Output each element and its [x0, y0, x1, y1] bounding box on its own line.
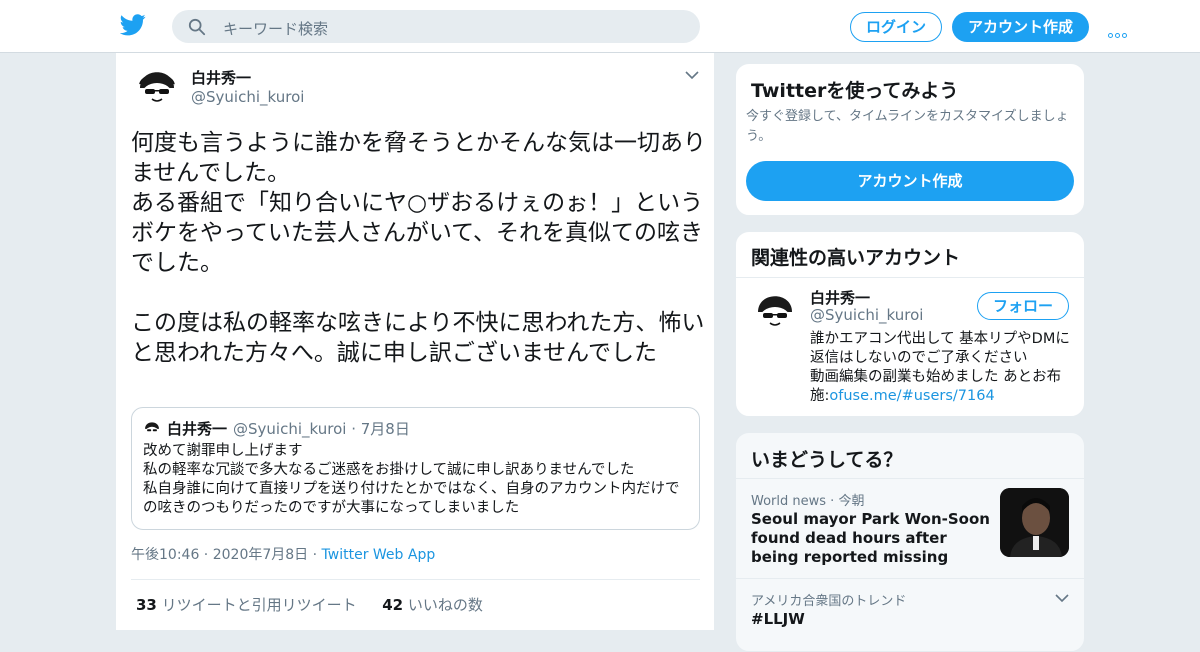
top-bar: キーワード検索 ログイン アカウント作成	[0, 0, 1200, 53]
retweet-label: リツイートと引用リツイート	[161, 596, 357, 614]
follow-button[interactable]: フォロー	[977, 292, 1069, 320]
news-thumbnail	[1000, 488, 1069, 557]
more-options-icon[interactable]	[1108, 23, 1130, 38]
related-accounts-panel: 関連性の高いアカウント 白井秀一 @Syuichi_kuroi フォロー 誰かエ…	[735, 231, 1085, 417]
author-handle[interactable]: @Syuichi_kuroi	[191, 88, 304, 106]
search-input[interactable]: キーワード検索	[223, 18, 328, 39]
news-title: Seoul mayor Park Won-Soon found dead hou…	[751, 510, 990, 566]
like-count: 42	[382, 596, 404, 614]
chevron-down-icon[interactable]	[685, 70, 699, 80]
retweet-stat[interactable]: 33 リツイートと引用リツイート	[136, 596, 357, 614]
like-stat[interactable]: 42 いいねの数	[382, 596, 483, 614]
signup-panel: Twitterを使ってみよう 今すぐ登録して、タイムラインをカスタマイズしましょ…	[735, 63, 1085, 216]
tweet-stats: 33 リツイートと引用リツイート 42 いいねの数	[136, 594, 483, 615]
twitter-logo-icon[interactable]	[120, 14, 146, 36]
tweet-date: 2020年7月8日	[212, 547, 309, 563]
tweet-meta: 午後10:46 · 2020年7月8日 · Twitter Web App	[131, 547, 436, 563]
bio-link[interactable]: ofuse.me/#users/7164	[829, 388, 994, 404]
news-category: World news	[751, 494, 827, 509]
tweet-time: 午後10:46	[131, 547, 200, 563]
search-bar[interactable]: キーワード検索	[172, 10, 700, 43]
trends-panel: いまどうしてる？ World news · 今朝 Seoul mayor Par…	[735, 432, 1085, 652]
divider	[131, 579, 700, 580]
news-meta: World news · 今朝	[751, 494, 865, 509]
chevron-down-icon[interactable]	[1055, 593, 1069, 603]
related-account-handle[interactable]: @Syuichi_kuroi	[810, 306, 923, 324]
avatar[interactable]	[135, 64, 179, 108]
quoted-text: 改めて謝罪申し上げます 私の軽率な冗談で多大なるご迷惑をお掛けして誠に申し訳あり…	[143, 443, 680, 516]
quoted-tweet[interactable]: 白井秀一 @Syuichi_kuroi · 7月8日 改めて謝罪申し上げます 私…	[131, 407, 700, 530]
signup-button[interactable]: アカウント作成	[952, 12, 1089, 42]
quoted-author-meta: @Syuichi_kuroi · 7月8日	[233, 420, 410, 438]
related-account-bio: 誰かエアコン代出して 基本リプやDMに返信はしないのでご了承ください 動画編集の…	[810, 330, 1070, 406]
trend-location: アメリカ合衆国のトレンド	[751, 594, 907, 609]
tweet-text: 何度も言うように誰かを脅そうとかそんな気は一切ありませんでした。 ある番組で「知…	[131, 130, 706, 366]
signup-panel-subtitle: 今すぐ登録して、タイムラインをカスタマイズしましょう。	[746, 109, 1069, 144]
tweet-card: 白井秀一 @Syuichi_kuroi 何度も言うように誰かを脅そうとかそんな気…	[115, 53, 715, 630]
related-avatar[interactable]	[753, 288, 797, 332]
trend-tag: #LLJW	[751, 610, 805, 628]
quoted-author-handle: @Syuichi_kuroi	[233, 420, 347, 438]
news-time: 今朝	[838, 494, 865, 509]
related-account-name[interactable]: 白井秀一	[810, 287, 870, 308]
like-label: いいねの数	[407, 596, 483, 614]
tweet-client-link[interactable]: Twitter Web App	[322, 547, 436, 563]
author-name[interactable]: 白井秀一	[191, 67, 251, 88]
search-icon	[188, 18, 206, 36]
trends-panel-title: いまどうしてる？	[751, 449, 903, 471]
avatar-image	[135, 64, 179, 108]
login-button[interactable]: ログイン	[850, 12, 942, 42]
retweet-count: 33	[136, 596, 157, 614]
divider	[736, 277, 1084, 278]
quoted-author-name: 白井秀一	[167, 420, 228, 438]
signup-panel-button[interactable]: アカウント作成	[746, 161, 1074, 201]
signup-panel-title: Twitterを使ってみよう	[751, 80, 959, 102]
related-panel-title: 関連性の高いアカウント	[751, 247, 961, 269]
quoted-date: 7月8日	[360, 420, 410, 438]
divider	[736, 578, 1084, 579]
quoted-avatar	[143, 419, 161, 437]
divider	[736, 478, 1084, 479]
